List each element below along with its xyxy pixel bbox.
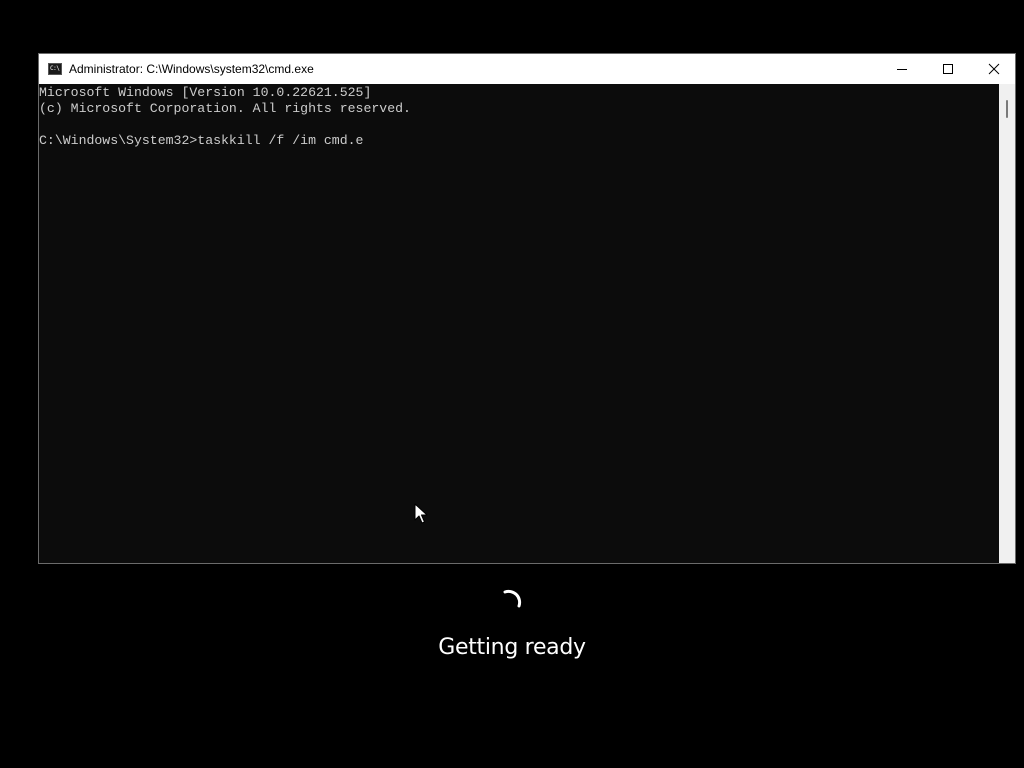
window-title: Administrator: C:\Windows\system32\cmd.e… <box>69 62 314 76</box>
vertical-scrollbar[interactable] <box>999 84 1015 563</box>
command-prompt-icon[interactable]: C:\ <box>48 63 62 75</box>
loading-spinner-icon <box>503 589 522 608</box>
command-prompt-icon-glyph: C:\ <box>50 65 60 72</box>
console-line-version: Microsoft Windows [Version 10.0.22621.52… <box>39 85 372 100</box>
maximize-icon <box>943 64 953 74</box>
mouse-cursor-icon <box>414 503 428 524</box>
title-bar[interactable]: C:\ Administrator: C:\Windows\system32\c… <box>39 54 1015 84</box>
maximize-button[interactable] <box>925 54 971 84</box>
console-window: C:\ Administrator: C:\Windows\system32\c… <box>38 53 1016 564</box>
minimize-icon <box>897 69 907 70</box>
close-icon <box>988 63 1000 75</box>
console-line-prompt-command: C:\Windows\System32>taskkill /f /im cmd.… <box>39 133 364 148</box>
screen: C:\ Administrator: C:\Windows\system32\c… <box>0 0 1024 768</box>
close-button[interactable] <box>971 54 1017 84</box>
scrollbar-thumb[interactable] <box>1006 100 1008 118</box>
console-output[interactable]: Microsoft Windows [Version 10.0.22621.52… <box>39 84 999 563</box>
minimize-button[interactable] <box>879 54 925 84</box>
status-text: Getting ready <box>438 635 586 660</box>
console-line-copyright: (c) Microsoft Corporation. All rights re… <box>39 101 411 116</box>
